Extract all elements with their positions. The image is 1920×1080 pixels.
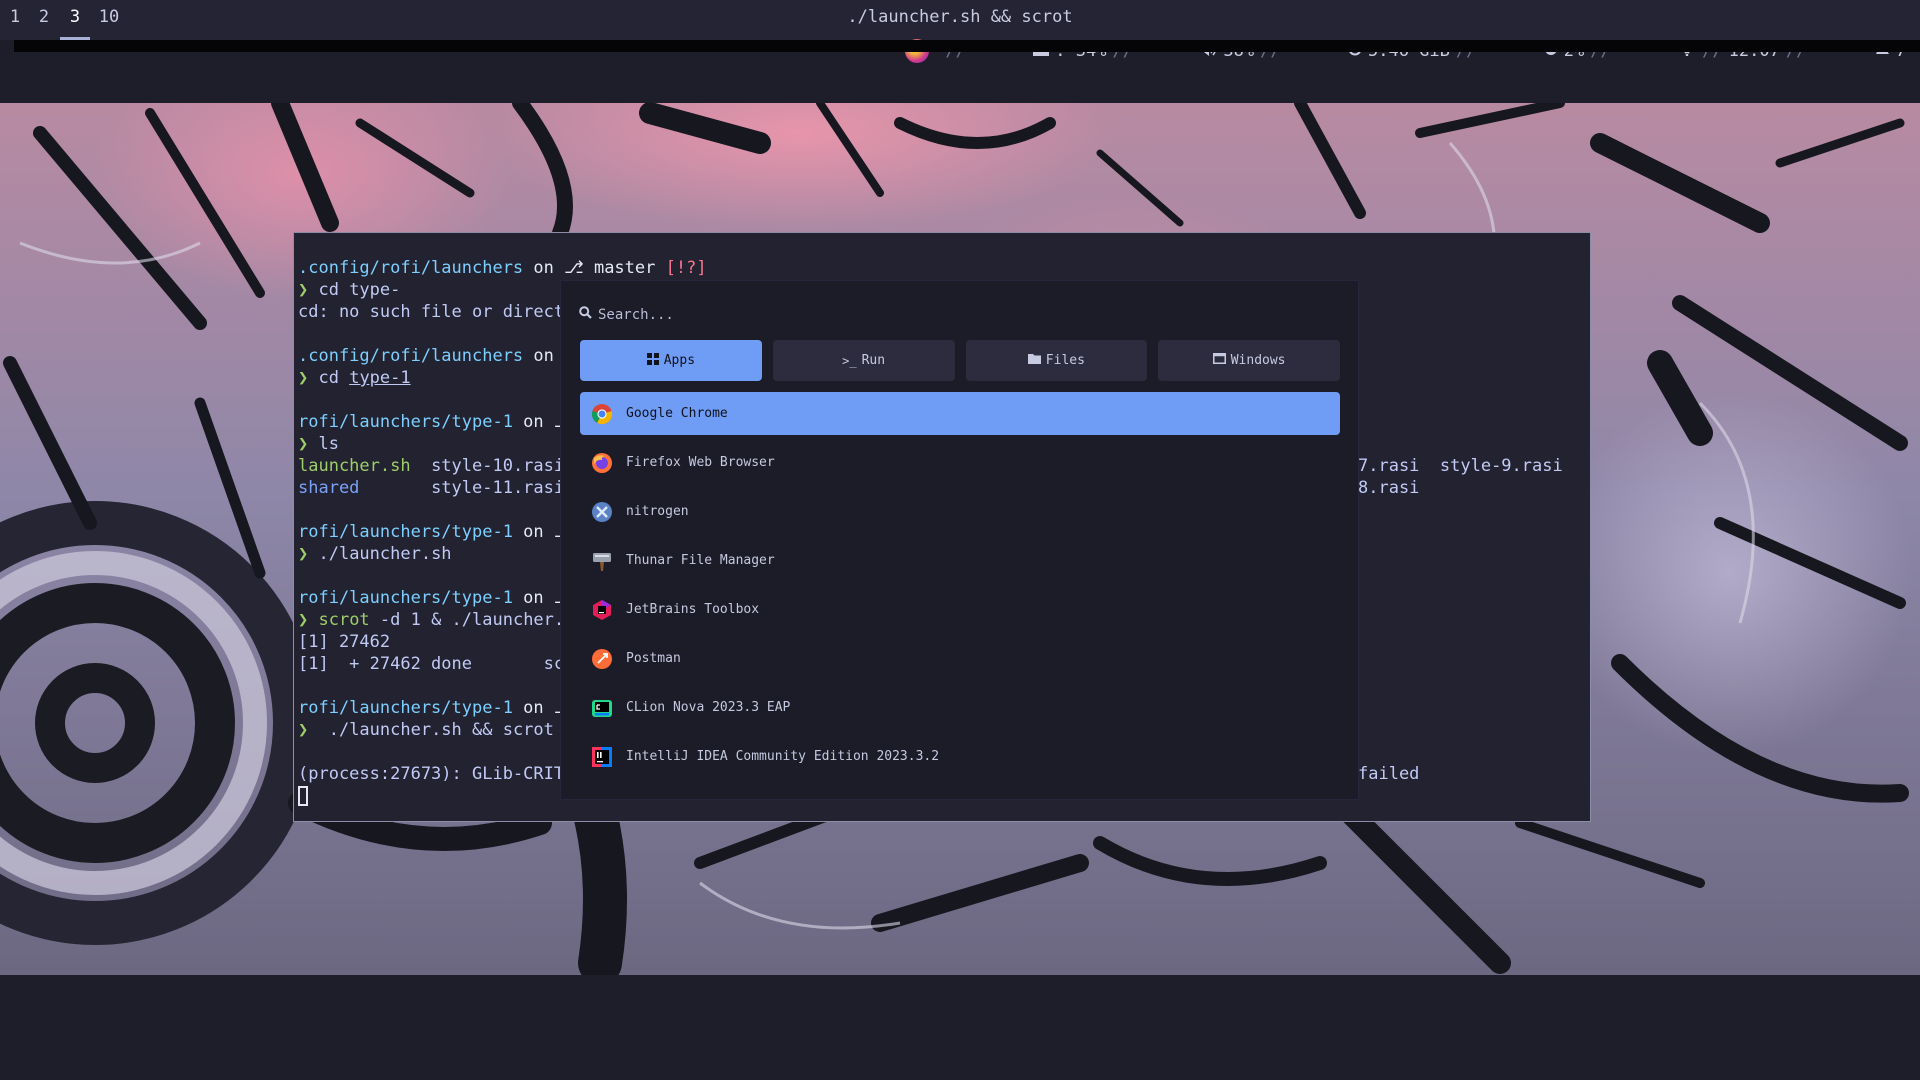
terminal-cursor[interactable] [298, 785, 308, 807]
app-label: Postman [626, 651, 681, 666]
mode-label: Files [1045, 353, 1085, 368]
window-icon [1212, 353, 1226, 368]
app-label: CLion Nova 2023.3 EAP [626, 700, 791, 715]
app-item-postman[interactable]: Postman [580, 637, 1340, 680]
mode-windows-button[interactable]: Windows [1158, 340, 1340, 381]
app-label: IntelliJ IDEA Community Edition 2023.3.2 [626, 749, 940, 764]
terminal-line: rofi/launchers/type-1 on ⎇ [298, 412, 573, 432]
terminal-icon: >_ [842, 353, 857, 368]
app-label: nitrogen [626, 504, 689, 519]
app-label: JetBrains Toolbox [626, 602, 760, 617]
chrome-icon [590, 402, 614, 426]
terminal-line: rofi/launchers/type-1 on ⎇ [298, 588, 573, 608]
search-icon [579, 306, 592, 323]
folder-icon [1027, 353, 1041, 368]
app-item-google-chrome[interactable]: Google Chrome [580, 392, 1340, 435]
mode-run-button[interactable]: >_ Run [772, 340, 955, 381]
app-item-firefox[interactable]: Firefox Web Browser [580, 441, 1340, 484]
app-item-thunar[interactable]: Thunar File Manager [580, 539, 1340, 582]
mode-switcher: Apps >_ Run Files Windows [580, 340, 1340, 381]
git-branch-icon: ⎇ [564, 258, 584, 278]
app-list: Google Chrome Firefox Web Browser nitrog… [580, 392, 1340, 784]
terminal-line: rofi/launchers/type-1 on ⎇ [298, 698, 573, 718]
grid-icon [646, 352, 659, 369]
mode-label: Run [861, 353, 886, 368]
clion-icon [590, 696, 614, 720]
app-item-jetbrains-toolbox[interactable]: JetBrains Toolbox [580, 588, 1340, 631]
mode-files-button[interactable]: Files [965, 340, 1148, 381]
jetbrains-toolbox-icon [590, 598, 614, 622]
terminal-line: launcher.sh style-10.rasi [298, 456, 565, 476]
terminal-line: cd: no such file or directo [298, 302, 575, 322]
terminal-line: ❯ scrot -d 1 & ./launcher.s [298, 610, 575, 630]
top-bar: 1 2 3 10 ./launcher.sh && scrot // : 34%… [0, 0, 1920, 63]
terminal-line: ❯ cd type-1 [298, 368, 411, 388]
terminal-line: ❯ ./launcher.sh && scrot [298, 720, 554, 740]
mode-label: Apps [663, 353, 696, 368]
app-label: Google Chrome [626, 406, 728, 421]
terminal-line: ❯ ./launcher.sh [298, 544, 452, 564]
search-input[interactable] [598, 306, 898, 323]
app-item-nitrogen[interactable]: nitrogen [580, 490, 1340, 533]
terminal-line: rofi/launchers/type-1 on ⎇ [298, 522, 573, 542]
terminal-line: (process:27673): GLib-CRIT [298, 764, 565, 784]
bar-underline [14, 40, 1920, 52]
nitrogen-icon [590, 500, 614, 524]
firefox-icon [590, 451, 614, 475]
app-item-clion-nova[interactable]: CLion Nova 2023.3 EAP [580, 686, 1340, 729]
postman-icon [590, 647, 614, 671]
search-bar[interactable] [579, 306, 898, 323]
terminal-line: 7.rasi style-9.rasi [1358, 456, 1563, 476]
app-launcher: Apps >_ Run Files Windows Google Chrome … [561, 281, 1358, 799]
terminal-line: .config/rofi/launchers on ⎇ master [!?] [298, 258, 707, 278]
terminal-line: .config/rofi/launchers on [298, 346, 565, 366]
mode-label: Windows [1230, 353, 1286, 368]
app-label: Firefox Web Browser [626, 455, 775, 470]
terminal-line: failed [1358, 764, 1420, 784]
terminal-line: ❯ ls [298, 434, 339, 454]
terminal-line: ❯ cd type- [298, 280, 401, 300]
app-item-intellij-idea[interactable]: IntelliJ IDEA Community Edition 2023.3.2 [580, 735, 1340, 778]
app-label: Thunar File Manager [626, 553, 775, 568]
thunar-icon [590, 549, 614, 573]
terminal-line: [1] + 27462 done scr [298, 654, 575, 674]
intellij-icon [590, 745, 614, 769]
terminal-line: [1] 27462 [298, 632, 391, 652]
terminal-line: 8.rasi [1358, 478, 1420, 498]
terminal-line: shared style-11.rasi [298, 478, 565, 498]
mode-apps-button[interactable]: Apps [580, 340, 762, 381]
